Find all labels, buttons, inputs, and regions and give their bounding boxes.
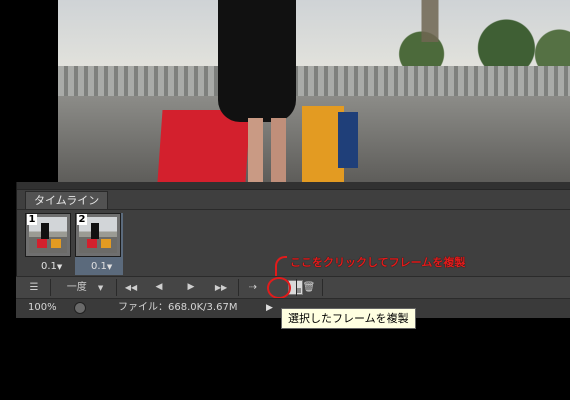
zoom-level[interactable]: 100% [28, 299, 57, 317]
next-frame-button[interactable]: ▶▶ [210, 279, 232, 296]
frame-2[interactable]: 2 0.1▼ [75, 213, 123, 275]
chevron-down-icon: ▼ [97, 284, 104, 292]
toolbar-separator [116, 279, 117, 296]
file-info: ファイル：668.0K/3.67M [118, 302, 238, 313]
loop-label: 一度 [66, 282, 87, 293]
frame-number: 1 [27, 214, 37, 225]
tooltip: 選択したフレームを複製 [281, 308, 416, 329]
chevron-down-icon: ▼ [56, 263, 63, 271]
toolbar-separator [50, 279, 51, 296]
tab-divider [17, 209, 570, 210]
photo-balustrade [58, 66, 570, 96]
play-button[interactable]: ▶ [182, 279, 200, 296]
tween-icon[interactable]: ⇢ [244, 279, 262, 296]
toolbar-separator [296, 279, 297, 296]
chevron-down-icon: ▼ [106, 263, 113, 271]
frame-number: 2 [77, 214, 87, 225]
photo-eiffel-tower [416, 0, 444, 42]
annotation-highlight-circle [267, 277, 291, 299]
first-frame-button[interactable]: ◀◀ [120, 279, 142, 296]
photo-legs [248, 118, 286, 182]
toolbar-separator [238, 279, 239, 296]
timeline-toolbar: ☰ 一度 ▼ ◀◀ ◀ ▶ ▶▶ ⇢ 🗑 [16, 276, 570, 298]
status-menu-arrow-icon[interactable]: ▶ [266, 299, 273, 317]
histogram-icon[interactable] [74, 302, 86, 314]
trash-icon[interactable]: 🗑 [300, 279, 318, 296]
frame-delay-dropdown[interactable]: 0.1▼ [41, 261, 62, 273]
timeline-mode-icon[interactable]: ☰ [24, 279, 44, 296]
panel-title-strip [17, 182, 570, 190]
frame-1[interactable]: 1 0.1▼ [25, 213, 73, 275]
photo-dress [218, 0, 296, 122]
annotation-text: ここをクリックしてフレームを複製 [290, 256, 466, 269]
frame-delay-dropdown[interactable]: 0.1▼ [91, 261, 112, 273]
document-canvas[interactable] [58, 0, 570, 182]
toolbar-separator [322, 279, 323, 296]
photo-blue-bag [338, 112, 358, 168]
annotation-arrow [275, 256, 287, 278]
loop-select[interactable]: 一度 ▼ [60, 279, 110, 296]
tab-timeline[interactable]: タイムライン [25, 191, 109, 209]
prev-frame-button[interactable]: ◀ [150, 279, 168, 296]
